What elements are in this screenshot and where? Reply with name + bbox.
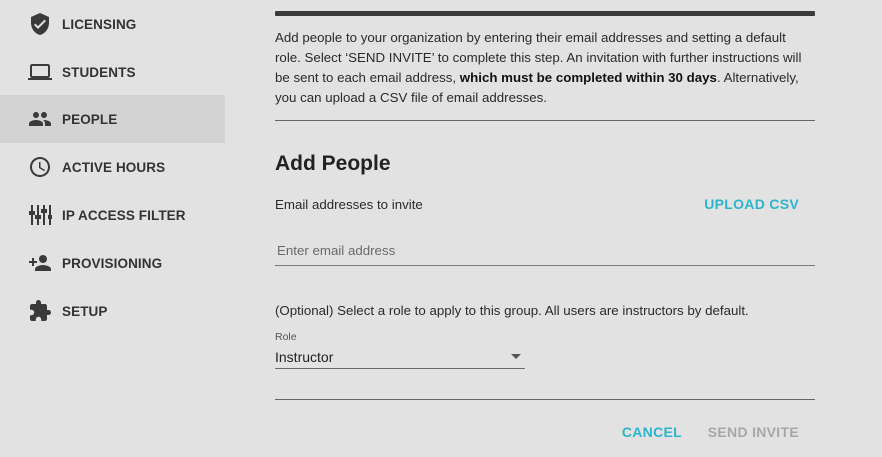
sidebar-item-label: ACTIVE HOURS bbox=[62, 159, 166, 175]
sliders-icon bbox=[28, 203, 52, 227]
sidebar-item-licensing[interactable]: LICENSING bbox=[0, 0, 225, 48]
caret-down-icon bbox=[511, 354, 521, 359]
sidebar-item-label: STUDENTS bbox=[62, 64, 136, 80]
email-label: Email addresses to invite bbox=[275, 197, 423, 212]
section-divider bbox=[275, 120, 815, 121]
people-icon bbox=[28, 107, 52, 131]
top-progress-bar bbox=[275, 11, 815, 16]
laptop-icon bbox=[28, 60, 52, 84]
sidebar-item-label: PEOPLE bbox=[62, 111, 118, 127]
cancel-button[interactable]: CANCEL bbox=[622, 424, 682, 440]
clock-icon bbox=[28, 155, 52, 179]
role-select-value: Instructor bbox=[275, 349, 334, 365]
email-input[interactable] bbox=[275, 236, 815, 266]
puzzle-icon bbox=[28, 299, 52, 323]
shield-check-icon bbox=[28, 12, 52, 36]
role-hint-text: (Optional) Select a role to apply to thi… bbox=[275, 303, 749, 318]
footer-divider bbox=[275, 399, 815, 400]
person-add-icon bbox=[28, 251, 52, 275]
sidebar-item-label: SETUP bbox=[62, 303, 108, 319]
main-panel: Add people to your organization by enter… bbox=[275, 0, 815, 457]
sidebar: LICENSING STUDENTS PEOPLE ACTIVE HOURS I bbox=[0, 0, 225, 457]
sidebar-item-label: LICENSING bbox=[62, 16, 137, 32]
send-invite-button[interactable]: SEND INVITE bbox=[708, 424, 799, 440]
sidebar-item-active-hours[interactable]: ACTIVE HOURS bbox=[0, 143, 225, 191]
upload-csv-button[interactable]: UPLOAD CSV bbox=[704, 196, 799, 212]
intro-text: Add people to your organization by enter… bbox=[275, 28, 815, 108]
sidebar-item-label: PROVISIONING bbox=[62, 255, 163, 271]
role-select[interactable]: Instructor bbox=[275, 345, 525, 369]
sidebar-item-label: IP ACCESS FILTER bbox=[62, 207, 186, 223]
intro-text-bold: which must be completed within 30 days bbox=[459, 70, 717, 85]
sidebar-item-ip-access-filter[interactable]: IP ACCESS FILTER bbox=[0, 191, 225, 239]
page-title: Add People bbox=[275, 152, 391, 175]
sidebar-item-people[interactable]: PEOPLE bbox=[0, 95, 225, 143]
app-root: LICENSING STUDENTS PEOPLE ACTIVE HOURS I bbox=[0, 0, 882, 457]
sidebar-item-setup[interactable]: SETUP bbox=[0, 287, 225, 335]
role-label: Role bbox=[275, 331, 297, 343]
sidebar-item-students[interactable]: STUDENTS bbox=[0, 48, 225, 96]
sidebar-item-provisioning[interactable]: PROVISIONING bbox=[0, 239, 225, 287]
